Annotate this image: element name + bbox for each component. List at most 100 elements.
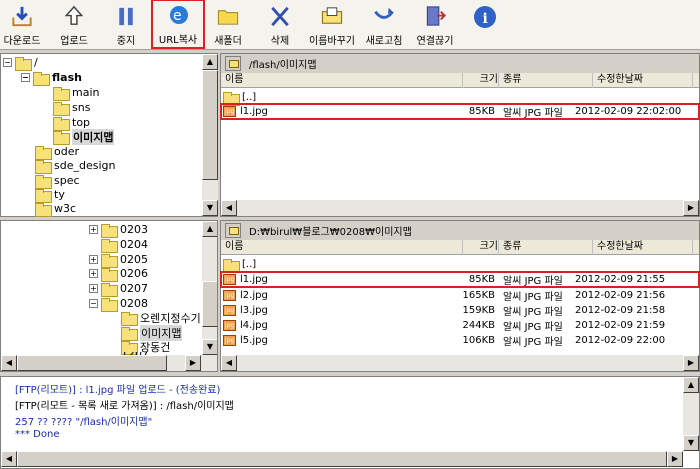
tree-item-main[interactable]: main [53, 85, 99, 101]
list-item[interactable]: jpg l5.jpg 106KB 알씨 JPG 파일 2012-02-09 22:… [221, 333, 699, 348]
local-tree-scrollbar[interactable]: ▲ ▼ [202, 221, 217, 355]
parent-folder-icon[interactable] [225, 223, 241, 238]
tree-item-w3c[interactable]: w3c [35, 201, 76, 217]
expand-icon[interactable]: + [89, 269, 98, 278]
remote-folder-tree: − / − flash main sns top 이미지맵 oder sde_des… [0, 53, 218, 217]
collapse-icon[interactable]: − [89, 299, 98, 308]
collapse-icon[interactable]: − [3, 58, 12, 67]
toolbar: 다운로드 업로드 중지 e URL복사 새폴더 삭제 이름바꾸기 새로고침 연결… [0, 0, 700, 50]
expand-icon[interactable]: + [89, 284, 98, 293]
scroll-down-icon[interactable]: ▼ [202, 200, 218, 216]
scroll-up-icon[interactable]: ▲ [202, 221, 217, 237]
header-name[interactable]: 이름 [221, 73, 463, 88]
scroll-up-icon[interactable]: ▲ [202, 54, 218, 70]
tree-item-sns[interactable]: sns [53, 100, 90, 116]
log-line: [FTP(리모트 - 목록 새로 가져옴)] : /flash/이미지맵 [15, 401, 234, 412]
tree-item-0206[interactable]: +0206 [89, 266, 148, 282]
folder-icon [33, 71, 50, 86]
local-folder-tree: +0203 0204 +0205 +0206 +0207 −0208 오렌지정수… [0, 220, 218, 372]
expand-icon[interactable]: + [89, 225, 98, 234]
svg-text:i: i [483, 11, 488, 27]
scroll-left-icon[interactable]: ◀ [221, 355, 237, 371]
url-copy-button[interactable]: e URL복사 [151, 0, 205, 49]
log-vscrollbar[interactable]: ▲ ▼ [683, 377, 699, 451]
header-type[interactable]: 종류 [499, 73, 593, 88]
list-item[interactable]: [..] [221, 90, 459, 106]
url-copy-icon: e [170, 6, 188, 24]
header-name[interactable]: 이름 [221, 240, 463, 255]
list-item[interactable]: jpg l1.jpg 85KB 알씨 JPG 파일 2012-02-09 21:5… [220, 271, 700, 288]
folder-icon [101, 223, 118, 238]
tree-item-ty[interactable]: ty [35, 187, 65, 203]
header-size[interactable]: 크기 [463, 73, 499, 88]
parent-folder-icon[interactable] [225, 56, 241, 71]
local-list-hscrollbar[interactable]: ◀ ▶ [221, 355, 699, 371]
scroll-right-icon[interactable]: ▶ [185, 355, 201, 371]
tree-item-0204[interactable]: 0204 [101, 237, 148, 253]
scroll-up-icon[interactable]: ▲ [683, 377, 699, 393]
list-item[interactable]: jpg l3.jpg 159KB 알씨 JPG 파일 2012-02-09 21:… [221, 303, 699, 318]
header-type[interactable]: 종류 [499, 240, 593, 255]
tree-item-spec[interactable]: spec [35, 173, 80, 189]
scroll-right-icon[interactable]: ▶ [683, 200, 699, 216]
tree-item-0207[interactable]: +0207 [89, 281, 148, 297]
header-date[interactable]: 수정한날짜 [593, 240, 693, 255]
jpg-file-icon: jpg [223, 320, 236, 331]
list-item[interactable]: jpg l4.jpg 244KB 알씨 JPG 파일 2012-02-09 21:… [221, 318, 699, 333]
folder-icon [35, 159, 52, 174]
scroll-left-icon[interactable]: ◀ [1, 451, 17, 467]
list-item[interactable]: [..] [221, 257, 459, 273]
scroll-down-icon[interactable]: ▼ [202, 339, 217, 355]
remote-tree-scrollbar[interactable]: ▲ ▼ [202, 54, 218, 216]
info-icon: i [474, 6, 496, 28]
svg-text:e: e [173, 8, 182, 24]
stop-button[interactable]: 중지 [104, 2, 148, 47]
tree-item-flash[interactable]: − flash [21, 70, 82, 86]
list-item[interactable]: jpg l2.jpg 165KB 알씨 JPG 파일 2012-02-09 21:… [221, 288, 699, 303]
tree-item-0203[interactable]: +0203 [89, 222, 148, 238]
tree-item-0205[interactable]: +0205 [89, 252, 148, 268]
log-hscrollbar[interactable]: ◀ ▶ [1, 451, 683, 467]
delete-button[interactable]: 삭제 [258, 2, 302, 47]
disconnect-button[interactable]: 연결끊기 [410, 2, 460, 47]
remote-file-panel: /flash/이미지맵 이름 크기 종류 수정한날짜 [..] jpg l1.jp… [220, 53, 700, 217]
folder-icon [101, 282, 118, 297]
scroll-thumb[interactable] [202, 70, 218, 180]
scroll-thumb[interactable] [17, 355, 167, 371]
folder-icon [121, 311, 138, 326]
local-list-header: 이름 크기 종류 수정한날짜 [221, 240, 699, 255]
refresh-button[interactable]: 새로고침 [362, 2, 406, 47]
tree-item-imagemap[interactable]: 이미지맵 [53, 128, 115, 145]
download-button[interactable]: 다운로드 [0, 2, 44, 47]
tree-item-orange[interactable]: 오렌지정수기 [121, 310, 201, 326]
info-button[interactable]: i [470, 2, 500, 47]
jpg-file-icon: jpg [223, 290, 236, 301]
tree-root[interactable]: − / [3, 55, 38, 71]
header-size[interactable]: 크기 [463, 240, 499, 255]
folder-icon [223, 91, 240, 106]
folder-icon [101, 267, 118, 282]
scroll-thumb[interactable] [17, 451, 667, 467]
log-line: *** Done [15, 429, 60, 440]
folder-icon [223, 258, 240, 273]
scroll-left-icon[interactable]: ◀ [1, 355, 17, 371]
remote-list-hscrollbar[interactable]: ◀ ▶ [221, 200, 699, 216]
local-tree-hscrollbar[interactable]: ◀ ▶ [1, 355, 217, 371]
folder-icon [53, 86, 70, 101]
scroll-down-icon[interactable]: ▼ [683, 435, 699, 451]
folder-icon [121, 340, 138, 355]
scroll-right-icon[interactable]: ▶ [667, 451, 683, 467]
header-date[interactable]: 수정한날짜 [593, 73, 693, 88]
rename-button[interactable]: 이름바꾸기 [304, 2, 360, 47]
upload-button[interactable]: 업로드 [52, 2, 96, 47]
delete-icon [271, 6, 289, 27]
expand-icon[interactable]: + [89, 255, 98, 264]
scroll-thumb[interactable] [202, 281, 217, 327]
new-folder-button[interactable]: 새폴더 [206, 2, 250, 47]
scroll-right-icon[interactable]: ▶ [683, 355, 699, 371]
collapse-icon[interactable]: − [21, 73, 30, 82]
scroll-left-icon[interactable]: ◀ [221, 200, 237, 216]
tree-item-oder[interactable]: oder [35, 144, 79, 160]
tree-item-sde-design[interactable]: sde_design [35, 158, 115, 174]
list-item[interactable]: jpg l1.jpg 85KB 알씨 JPG 파일 2012-02-09 22:0… [220, 103, 700, 120]
